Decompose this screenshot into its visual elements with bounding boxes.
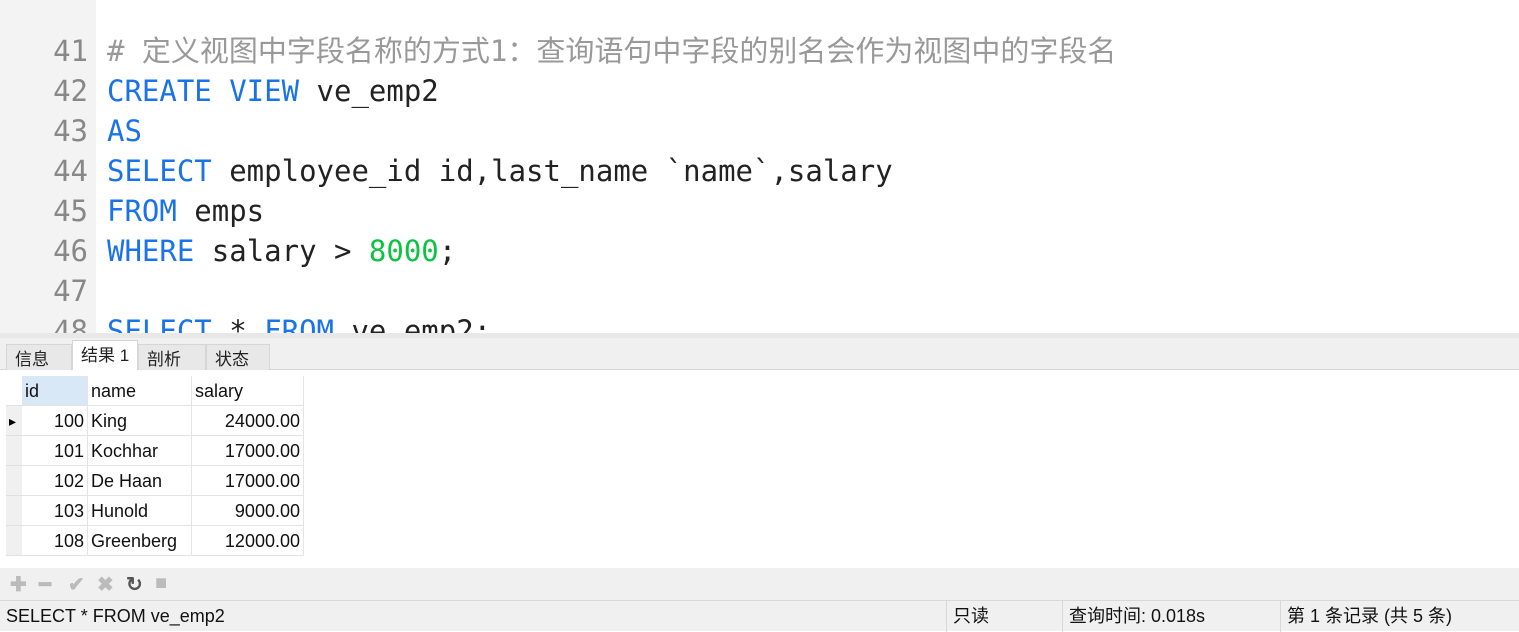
- row-marker[interactable]: [6, 526, 22, 556]
- plus-icon[interactable]: ✚: [10, 572, 27, 597]
- line-number: 48: [53, 314, 88, 333]
- cell-salary[interactable]: 9000.00: [192, 496, 304, 526]
- code-token: CREATE VIEW: [107, 74, 300, 108]
- code-line: 41 # 定义视图中字段名称的方式1：查询语句中字段的别名会作为视图中的字段名: [0, 31, 1519, 71]
- code-text: SELECT employee_id id,last_name `name`,s…: [107, 151, 893, 191]
- code-token: employee_id id,last_name `name`,salary: [211, 154, 893, 188]
- code-line: 46 WHERE salary > 8000;: [0, 231, 1519, 271]
- grid-toolbar: ✚ ━ ✔ ✖ ↻ ■: [0, 568, 1519, 600]
- code-token: ;: [438, 234, 457, 268]
- sql-editor[interactable]: 4041 # 定义视图中字段名称的方式1：查询语句中字段的别名会作为视图中的字段名…: [0, 0, 1519, 333]
- code-token: SELECT: [107, 314, 212, 333]
- code-line: 42 CREATE VIEW ve_emp2: [0, 71, 1519, 111]
- code-line: 44 SELECT employee_id id,last_name `name`…: [0, 151, 1519, 191]
- row-marker[interactable]: [6, 376, 22, 406]
- minus-icon[interactable]: ━: [39, 572, 51, 597]
- cell-salary[interactable]: 17000.00: [192, 466, 304, 496]
- cell-name[interactable]: De Haan: [88, 466, 192, 496]
- line-number: 44: [53, 154, 88, 188]
- stop-icon[interactable]: ■: [155, 572, 167, 595]
- column-header-id[interactable]: id: [22, 376, 88, 406]
- line-number: 42: [53, 74, 88, 108]
- status-mode: 只读: [946, 601, 1062, 632]
- row-marker[interactable]: [6, 496, 22, 526]
- code-token: emps: [176, 194, 265, 228]
- code-text: WHERE salary > 8000;: [107, 231, 456, 271]
- cell-id[interactable]: 108: [22, 526, 88, 556]
- code-token: ve_emp2;: [334, 314, 492, 333]
- code-line: 48 SELECT * FROM ve_emp2;: [0, 311, 1519, 333]
- code-text: CREATE VIEW ve_emp2: [107, 71, 439, 111]
- cell-id[interactable]: 100: [22, 406, 88, 436]
- status-query-time: 查询时间: 0.018s: [1062, 601, 1280, 632]
- code-text: # 定义视图中字段名称的方式1：查询语句中字段的别名会作为视图中的字段名: [107, 31, 1116, 71]
- code-token: ve_emp2: [299, 74, 439, 108]
- line-number: 41: [53, 34, 88, 68]
- current-row-arrow-icon[interactable]: ▸: [6, 406, 22, 436]
- cell-name[interactable]: King: [88, 406, 192, 436]
- code-text: AS: [107, 111, 142, 151]
- cell-id[interactable]: 101: [22, 436, 88, 466]
- status-bar: SELECT * FROM ve_emp2 只读 查询时间: 0.018s 第 …: [0, 600, 1519, 632]
- code-token: WHERE: [107, 234, 195, 268]
- cell-salary[interactable]: 17000.00: [192, 436, 304, 466]
- code-text: SELECT * FROM ve_emp2;: [107, 311, 491, 333]
- line-number: 46: [53, 234, 88, 268]
- code-token: *: [211, 314, 265, 333]
- line-number: 43: [53, 114, 88, 148]
- code-token: FROM: [264, 314, 334, 333]
- result-tabs: 信息 结果 1 剖析 状态: [0, 333, 1519, 375]
- column-header-name[interactable]: name: [88, 376, 192, 406]
- status-sql: SELECT * FROM ve_emp2: [6, 606, 225, 626]
- cell-name[interactable]: Greenberg: [88, 526, 192, 556]
- code-token: FROM: [107, 194, 177, 228]
- row-marker[interactable]: [6, 436, 22, 466]
- line-number: 47: [53, 274, 88, 308]
- cell-salary[interactable]: 12000.00: [192, 526, 304, 556]
- close-icon[interactable]: ✖: [97, 572, 114, 597]
- code-token: AS: [107, 114, 142, 148]
- code-token: 8000: [368, 234, 439, 268]
- code-token: salary >: [194, 234, 369, 268]
- column-header-salary[interactable]: salary: [192, 376, 304, 406]
- status-record: 第 1 条记录 (共 5 条): [1280, 601, 1519, 632]
- cell-name[interactable]: Kochhar: [88, 436, 192, 466]
- cell-name[interactable]: Hunold: [88, 496, 192, 526]
- row-marker[interactable]: [6, 466, 22, 496]
- cell-salary[interactable]: 24000.00: [192, 406, 304, 436]
- cell-id[interactable]: 102: [22, 466, 88, 496]
- check-icon[interactable]: ✔: [68, 572, 85, 597]
- cell-id[interactable]: 103: [22, 496, 88, 526]
- code-text: FROM emps: [107, 191, 264, 231]
- code-token: SELECT: [107, 154, 212, 188]
- code-line: 45 FROM emps: [0, 191, 1519, 231]
- code-line: 40: [0, 0, 1519, 31]
- result-grid[interactable]: id name salary ▸ 100 King 24000.00 101 Kochhar 17…: [0, 370, 1519, 568]
- code-token: # 定义视图中字段名称的方式1：查询语句中字段的别名会作为视图中的字段名: [107, 34, 1117, 68]
- refresh-icon[interactable]: ↻: [126, 572, 143, 597]
- code-line: 47: [0, 271, 1519, 311]
- code-line: 43 AS: [0, 111, 1519, 151]
- line-number: 45: [53, 194, 88, 228]
